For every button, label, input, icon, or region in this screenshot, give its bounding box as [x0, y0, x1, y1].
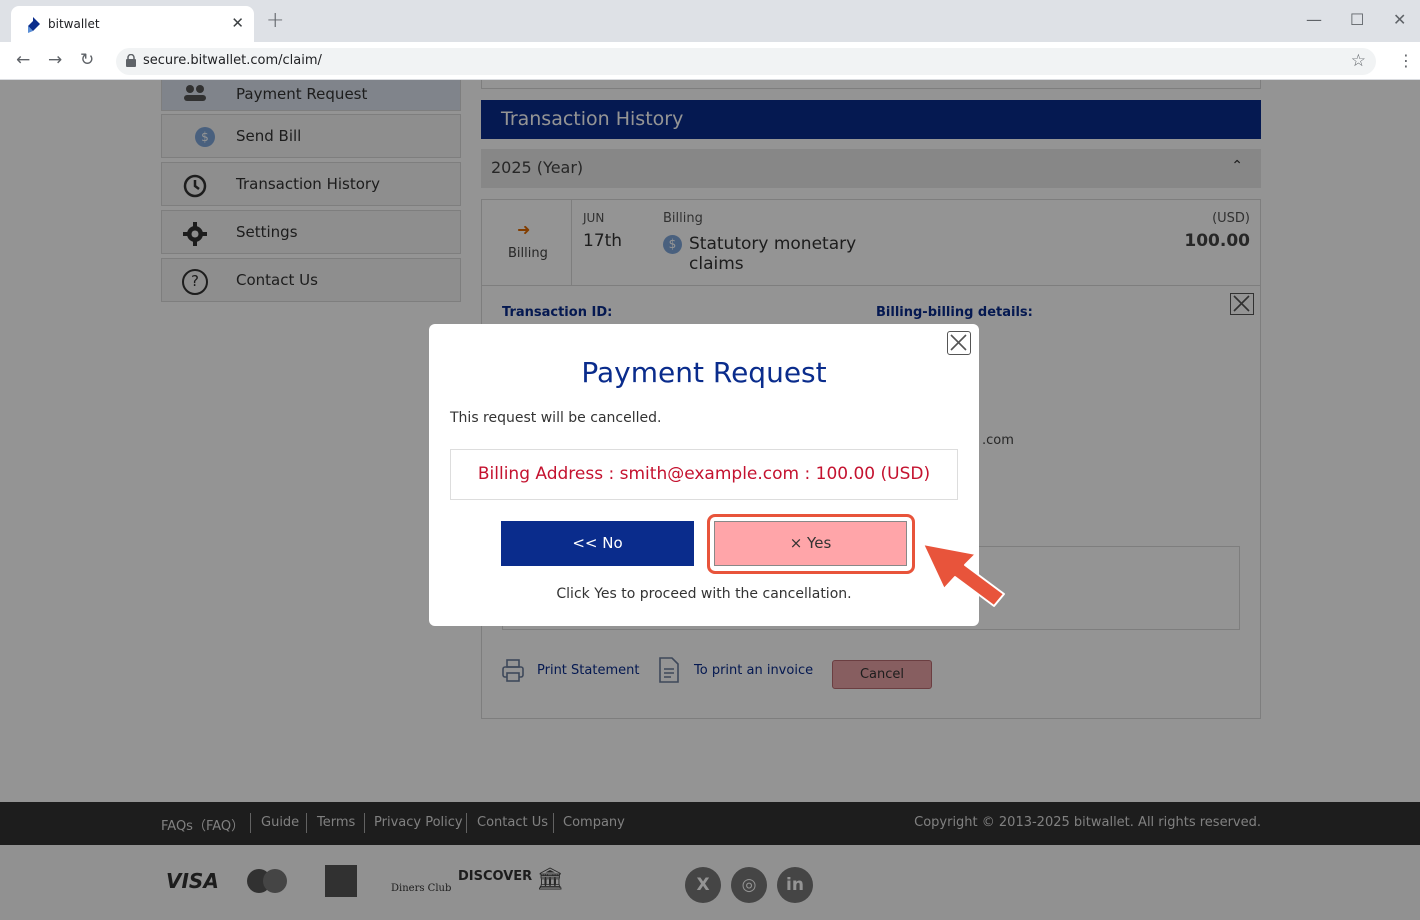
browser-toolbar: ← → ↻ secure.bitwallet.com/claim/ ☆ ⋮: [0, 42, 1420, 80]
modal-hint: Click Yes to proceed with the cancellati…: [556, 586, 852, 602]
address-bar[interactable]: secure.bitwallet.com/claim/ ☆: [116, 48, 1376, 75]
browser-menu-icon[interactable]: ⋮: [1398, 51, 1414, 70]
reload-icon[interactable]: ↻: [80, 50, 94, 70]
pointer-arrow-icon: [922, 543, 1005, 607]
browser-tab[interactable]: bitwallet ✕: [11, 6, 254, 42]
payment-request-dialog: Payment Request This request will be can…: [429, 324, 979, 626]
no-button[interactable]: << No: [501, 521, 694, 566]
bookmark-star-icon[interactable]: ☆: [1351, 51, 1366, 71]
url-text: secure.bitwallet.com/claim/: [143, 53, 322, 68]
tab-close-icon[interactable]: ✕: [231, 14, 244, 32]
yes-button[interactable]: × Yes: [714, 521, 907, 566]
billing-summary: Billing Address : smith@example.com : 10…: [450, 449, 958, 500]
minimize-icon[interactable]: —: [1306, 10, 1322, 29]
forward-icon[interactable]: →: [48, 50, 62, 70]
new-tab-icon[interactable]: +: [266, 8, 284, 33]
lock-icon: [126, 54, 136, 67]
modal-message: This request will be cancelled.: [450, 410, 662, 426]
tab-title: bitwallet: [48, 17, 100, 31]
window-close-icon[interactable]: ✕: [1393, 10, 1406, 29]
back-icon[interactable]: ←: [16, 50, 30, 70]
modal-close-icon[interactable]: [947, 331, 971, 355]
bitwallet-logo-icon: [28, 17, 40, 33]
browser-tab-bar: bitwallet ✕ + — ☐ ✕: [0, 0, 1420, 42]
maximize-icon[interactable]: ☐: [1350, 10, 1364, 29]
modal-title: Payment Request: [581, 356, 827, 389]
